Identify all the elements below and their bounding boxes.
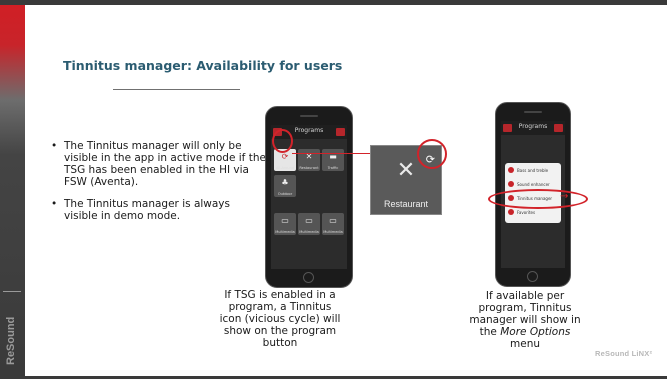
caption-right-text-end: menu <box>510 338 540 350</box>
program-tile-multimedia[interactable]: ▭ Multimedia <box>322 213 344 235</box>
tree-icon: ♣ <box>281 178 289 187</box>
highlight-circle-icon <box>417 139 447 169</box>
program-tile-multimedia[interactable]: ▭ Multimedia <box>298 213 320 235</box>
menu-item-bass-treble[interactable]: Bass and treble <box>505 164 561 177</box>
program-label: Traffic <box>327 166 339 170</box>
zoomed-program-label: Restaurant <box>383 199 429 209</box>
menu-button[interactable] <box>336 128 345 136</box>
menu-item-label: Bass and treble <box>517 168 549 173</box>
program-label: Multimedia <box>299 230 319 234</box>
home-button <box>303 272 314 283</box>
brand-divider <box>3 291 21 292</box>
app-header-title: Programs <box>518 123 548 130</box>
slide-title: Tinnitus manager: Availability for users <box>63 58 343 73</box>
bullet-item: • The Tinnitus manager is always visible… <box>51 198 266 222</box>
bullet-dot: • <box>51 198 58 210</box>
speaker-icon: ▭ <box>281 216 289 225</box>
app-header: Programs <box>501 121 565 135</box>
caption-left: If TSG is enabled in a program, a Tinnit… <box>219 289 341 349</box>
product-logo: ReSound LiNX² <box>595 349 653 358</box>
home-button <box>527 271 538 282</box>
menu-item-label: Favorites <box>517 210 536 215</box>
menu-button[interactable] <box>554 124 563 132</box>
back-button[interactable] <box>503 124 512 132</box>
callout-line <box>292 153 372 154</box>
bullet-text: The Tinnitus manager is always visible i… <box>64 198 230 222</box>
highlight-ellipse-menu <box>488 189 588 209</box>
program-label: Multimedia <box>275 230 295 234</box>
brand-logo: ReSound <box>4 295 20 365</box>
program-label: Multimedia <box>323 230 343 234</box>
phone-speaker <box>524 111 542 113</box>
speaker-icon: ▭ <box>305 216 313 225</box>
brand-text: ReSound <box>5 316 17 365</box>
program-label: Restaurant <box>299 166 319 170</box>
brand-sidebar: ReSound <box>0 5 25 376</box>
menu-item-label: Sound enhancer <box>517 182 550 187</box>
highlight-circle-tile <box>272 129 293 153</box>
slide: ReSound Tinnitus manager: Availability f… <box>0 0 667 379</box>
program-label: All-Around <box>275 166 295 170</box>
top-border <box>0 0 667 5</box>
program-label: Outdoor <box>277 192 293 196</box>
program-tile-outdoor[interactable]: ♣ Outdoor <box>274 175 296 197</box>
arrow-right-icon: → <box>560 191 569 202</box>
bullet-text: The Tinnitus manager will only be visibl… <box>64 140 266 188</box>
title-underline <box>113 89 240 90</box>
bullet-dot: • <box>51 140 58 152</box>
speaker-icon: ▭ <box>329 216 337 225</box>
bullet-list: • The Tinnitus manager will only be visi… <box>51 140 266 232</box>
bass-icon <box>508 167 514 173</box>
program-tile-multimedia[interactable]: ▭ Multimedia <box>274 213 296 235</box>
caption-right: If available per program, Tinnitus manag… <box>465 290 585 350</box>
app-header-title: Programs <box>294 127 324 134</box>
bullet-item: • The Tinnitus manager will only be visi… <box>51 140 266 188</box>
phone-speaker <box>300 115 318 117</box>
caption-right-emphasis: More Options <box>500 326 571 338</box>
star-icon <box>508 209 514 215</box>
enhancer-icon <box>508 181 514 187</box>
